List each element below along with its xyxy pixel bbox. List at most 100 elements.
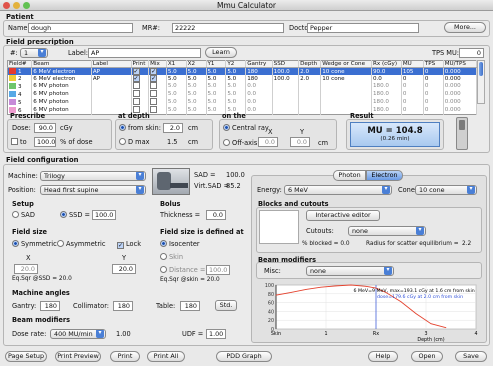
- column-header[interactable]: Y2: [225, 60, 247, 68]
- interactive-editor-button[interactable]: Interactive editor: [306, 210, 380, 221]
- tab-electron[interactable]: Electron: [366, 170, 403, 181]
- print-button[interactable]: Print: [110, 351, 140, 362]
- table-cell-field: 2: [7, 75, 33, 82]
- ssd-input[interactable]: 100.0: [92, 210, 116, 220]
- distance-input[interactable]: 100.0: [206, 265, 230, 275]
- lock-checkbox[interactable]: ✓ Lock: [117, 240, 141, 249]
- isocenter-radio[interactable]: Isocenter: [160, 240, 200, 248]
- table-checkbox[interactable]: ✓: [131, 75, 150, 82]
- page-setup-button[interactable]: Page Setup: [5, 351, 47, 362]
- print-all-button[interactable]: Print All: [147, 351, 185, 362]
- open-button[interactable]: Open: [411, 351, 443, 362]
- dose-input[interactable]: 90.0: [34, 123, 56, 133]
- table-checkbox[interactable]: [148, 82, 167, 90]
- dose-rate-factor: 1.00: [116, 330, 131, 338]
- column-header[interactable]: TPS: [423, 60, 444, 68]
- cone-select[interactable]: 10 cone: [415, 185, 477, 195]
- misc-select[interactable]: none: [306, 266, 394, 276]
- asymmetric-radio[interactable]: Asymmetric: [57, 240, 106, 248]
- bolus-thickness-input[interactable]: 0.0: [206, 210, 226, 220]
- table-checkbox[interactable]: [131, 98, 150, 106]
- zoom-icon[interactable]: [23, 2, 30, 9]
- table-row[interactable]: 36 MV photon 5.0 5.0 5.0 5.0 0.0 180.0 0 0 0.000: [7, 82, 478, 90]
- column-header[interactable]: Print: [131, 60, 150, 68]
- percent-input[interactable]: 100.0: [34, 137, 56, 147]
- column-header[interactable]: Y1: [206, 60, 227, 68]
- table-checkbox[interactable]: ✓: [148, 75, 167, 82]
- help-button[interactable]: Help: [368, 351, 398, 362]
- column-header[interactable]: Depth: [298, 60, 322, 68]
- field-x-input[interactable]: 20.0: [14, 264, 38, 274]
- print-preview-button[interactable]: Print Preview: [55, 351, 101, 362]
- offaxis-y-input[interactable]: 0.0: [290, 137, 310, 147]
- table-input[interactable]: 180: [180, 301, 200, 311]
- minimize-icon[interactable]: [13, 2, 20, 9]
- column-header[interactable]: MU/TPS: [443, 60, 478, 68]
- table-row[interactable]: 26 MeV electron AP ✓ ✓ 5.0 5.0 5.0 5.0 180 100.0 2…: [7, 75, 478, 82]
- field-label-input[interactable]: AP: [88, 48, 201, 58]
- y-tick-label: 80: [268, 292, 274, 298]
- table-checkbox[interactable]: [148, 90, 167, 98]
- sad-radio[interactable]: SAD: [12, 211, 35, 219]
- table-checkbox[interactable]: ✓: [131, 67, 150, 75]
- column-header[interactable]: SSD: [272, 60, 300, 68]
- status-toggle[interactable]: [456, 117, 468, 150]
- save-button[interactable]: Save: [455, 351, 487, 362]
- column-header[interactable]: Beam: [31, 60, 92, 68]
- column-header[interactable]: Gantry: [245, 60, 273, 68]
- off-axis-radio[interactable]: Off-axis:: [223, 139, 260, 147]
- column-header[interactable]: Wedge or Cone: [320, 60, 372, 68]
- to-checkbox[interactable]: to: [11, 138, 27, 146]
- more-button[interactable]: More...: [444, 22, 486, 33]
- skin-radio[interactable]: Skin: [160, 253, 183, 261]
- mu-result-value: MU = 104.8: [367, 126, 423, 136]
- distance-radio[interactable]: Distance =: [160, 266, 205, 274]
- learn-button[interactable]: Learn: [205, 47, 237, 58]
- collimator-input[interactable]: 180: [113, 301, 133, 311]
- tab-photon[interactable]: Photon: [333, 170, 366, 181]
- cutouts-select[interactable]: none: [348, 226, 426, 236]
- column-header[interactable]: Mix: [148, 60, 167, 68]
- offaxis-x-input[interactable]: 0.0: [258, 137, 278, 147]
- mr-input[interactable]: 22222: [172, 23, 284, 33]
- ssd-radio[interactable]: SSD =: [60, 211, 90, 219]
- machine-select[interactable]: Trilogy: [40, 171, 146, 181]
- table-checkbox[interactable]: [148, 98, 167, 106]
- table-checkbox[interactable]: ✓: [148, 67, 167, 75]
- table-row[interactable]: 56 MV photon 5.0 5.0 5.0 5.0 0.0 180.0 0 0 0.000: [7, 98, 478, 106]
- field-y-input[interactable]: 20.0: [112, 264, 136, 274]
- table-checkbox[interactable]: [131, 90, 150, 98]
- table-scrollbar[interactable]: [477, 60, 485, 104]
- std-button[interactable]: Std.: [215, 300, 237, 311]
- table-row[interactable]: 46 MV photon 5.0 5.0 5.0 5.0 0.0 180.0 0 0 0.000: [7, 90, 478, 98]
- symmetric-label: Symmetric: [21, 240, 57, 248]
- dmax-radio[interactable]: D max: [119, 138, 150, 146]
- column-header[interactable]: Label: [91, 60, 132, 68]
- field-number-select[interactable]: 1: [20, 48, 48, 58]
- column-header[interactable]: X1: [166, 60, 187, 68]
- column-header[interactable]: Field#: [7, 60, 33, 68]
- pdd-graph-button[interactable]: PDD Graph: [216, 351, 272, 362]
- table-checkbox[interactable]: [148, 106, 167, 115]
- dose-rate-select[interactable]: 400 MU/min: [50, 329, 106, 339]
- position-select[interactable]: Head first supine: [40, 185, 146, 195]
- doctor-input[interactable]: Pepper: [307, 23, 419, 33]
- table-row[interactable]: 16 MeV electron AP ✓ ✓ 5.0 5.0 5.0 5.0 180 100.0 2…: [7, 67, 478, 75]
- table-checkbox[interactable]: [131, 82, 150, 90]
- column-header[interactable]: Rx (cGy): [371, 60, 402, 68]
- energy-select[interactable]: 6 MeV: [284, 185, 392, 195]
- pdd-point: [335, 285, 337, 287]
- central-ray-radio[interactable]: Central ray: [223, 124, 269, 132]
- close-icon[interactable]: [3, 2, 10, 9]
- from-skin-radio[interactable]: from skin:: [119, 124, 161, 132]
- column-header[interactable]: MU: [401, 60, 424, 68]
- gantry-input[interactable]: 180: [40, 301, 60, 311]
- window-controls: [3, 2, 30, 9]
- column-header[interactable]: X2: [186, 60, 207, 68]
- udf-input[interactable]: 1.00: [206, 329, 226, 339]
- scroll-thumb[interactable]: [479, 62, 483, 76]
- name-input[interactable]: dough: [28, 23, 133, 33]
- depth-input[interactable]: 2.0: [163, 123, 183, 133]
- symmetric-radio[interactable]: Symmetric: [12, 240, 57, 248]
- tps-mu-input[interactable]: 0: [459, 48, 484, 58]
